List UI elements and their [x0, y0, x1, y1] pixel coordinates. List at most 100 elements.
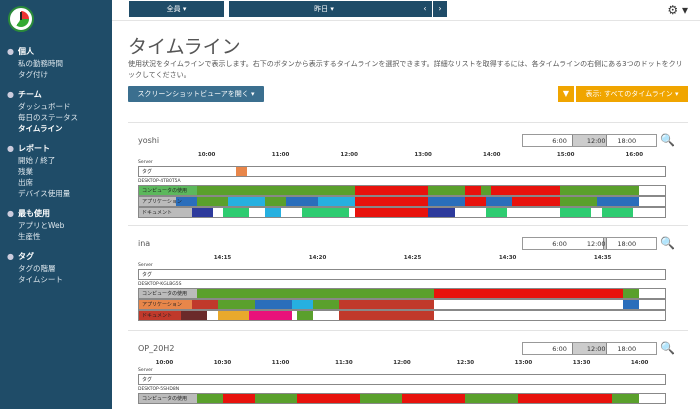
show-timelines-button[interactable]: 表示: すべてのタイムライン ▾: [576, 86, 688, 102]
timeline-segment[interactable]: [512, 197, 560, 206]
time-tick-label: 12:30: [456, 360, 475, 366]
date-filter-dropdown[interactable]: 昨日 ▾: [229, 1, 419, 17]
sidebar-section-label: レポート: [18, 144, 50, 153]
timeline-segment[interactable]: [254, 394, 297, 403]
computer-usage-lane[interactable]: コンピュータの使用: [138, 393, 666, 404]
timeline-segment[interactable]: [428, 186, 466, 195]
timeline-segment[interactable]: [486, 208, 508, 217]
timeline-segment[interactable]: [428, 197, 466, 206]
timeline-segment[interactable]: [181, 311, 208, 320]
tag-lane[interactable]: タグ: [138, 269, 666, 280]
time-range-slider[interactable]: 6:00 12:00 18:00: [522, 342, 657, 355]
time-tick-label: 14:25: [403, 255, 422, 261]
timeline-segment[interactable]: [191, 300, 218, 309]
timeline-segment[interactable]: [465, 394, 518, 403]
sidebar-item[interactable]: 出席: [18, 177, 33, 188]
timeline-segment[interactable]: [265, 186, 355, 195]
timeline-segment[interactable]: [265, 208, 281, 217]
sidebar-item[interactable]: 毎日のステータス: [18, 112, 78, 123]
timeline-segment[interactable]: [338, 300, 434, 309]
sidebar-section: ● 最も使用: [7, 208, 50, 219]
timeline-segment[interactable]: [354, 186, 429, 195]
document-lane[interactable]: ドキュメント: [138, 207, 666, 218]
timeline-segment[interactable]: [480, 186, 492, 195]
timeline-segment[interactable]: [236, 167, 247, 176]
timeline-segment[interactable]: [302, 208, 350, 217]
app-logo-icon[interactable]: [8, 6, 34, 32]
tag-lane[interactable]: タグ: [138, 166, 666, 177]
zoom-icon[interactable]: 🔍: [660, 340, 676, 356]
timeline-segment[interactable]: [559, 186, 639, 195]
lane-label: コンピュータの使用: [142, 188, 188, 194]
time-range-slider[interactable]: 6:00 12:00 18:00: [522, 134, 657, 147]
timeline-segment[interactable]: [196, 289, 434, 298]
timeline-segment[interactable]: [465, 186, 481, 195]
timeline-segment[interactable]: [265, 197, 287, 206]
timeline-segment[interactable]: [223, 394, 255, 403]
sidebar-item[interactable]: ダッシュボード: [18, 101, 71, 112]
computer-usage-lane[interactable]: コンピュータの使用: [138, 185, 666, 196]
timeline-segment[interactable]: [254, 300, 292, 309]
time-tick-label: 14:00: [630, 360, 649, 366]
computer-usage-lane[interactable]: コンピュータの使用: [138, 288, 666, 299]
timeline-segment[interactable]: [559, 197, 597, 206]
sidebar-item[interactable]: 残業: [18, 166, 33, 177]
sidebar-item[interactable]: タイムシート: [18, 274, 63, 285]
timeline-segment[interactable]: [622, 300, 639, 309]
timeline-segment[interactable]: [359, 394, 402, 403]
timeline-segment[interactable]: [291, 300, 313, 309]
timeline-segment[interactable]: [233, 186, 266, 195]
timeline-segment[interactable]: [354, 208, 429, 217]
member-filter-dropdown[interactable]: 全員 ▾: [129, 1, 224, 17]
timeline-segment[interactable]: [286, 197, 318, 206]
prev-date-button[interactable]: ‹: [418, 1, 432, 17]
timeline-segment[interactable]: [601, 208, 634, 217]
timeline-segment[interactable]: [612, 394, 639, 403]
zoom-icon[interactable]: 🔍: [660, 132, 676, 148]
timeline-segment[interactable]: [217, 311, 250, 320]
timeline-segment[interactable]: [228, 197, 266, 206]
timeline-segment[interactable]: [486, 197, 513, 206]
timeline-segment[interactable]: [517, 394, 613, 403]
timeline-segment[interactable]: [296, 311, 313, 320]
tag-lane[interactable]: タグ: [138, 374, 666, 385]
time-axis: 10:00 11:00 12:00 13:00 14:00 15:00 16:00: [138, 152, 666, 161]
document-lane[interactable]: ドキュメント: [138, 310, 666, 321]
next-date-button[interactable]: ›: [433, 1, 447, 17]
timeline-segment[interactable]: [296, 394, 360, 403]
timeline-segment[interactable]: [217, 300, 255, 309]
settings-gear-icon[interactable]: ⚙ ▾: [667, 3, 688, 17]
timeline-segment[interactable]: [402, 394, 466, 403]
timeline-segment[interactable]: [312, 300, 339, 309]
sidebar-item[interactable]: タグの階層: [18, 263, 56, 274]
sidebar-item[interactable]: 生産性: [18, 231, 41, 242]
timeline-segment[interactable]: [196, 394, 224, 403]
timeline-segment[interactable]: [249, 311, 292, 320]
timeline-segment[interactable]: [196, 197, 229, 206]
timeline-segment[interactable]: [491, 186, 560, 195]
timeline-segment[interactable]: [596, 197, 639, 206]
timeline-segment[interactable]: [354, 197, 429, 206]
sidebar-item[interactable]: タイムライン: [18, 123, 62, 134]
timeline-segment[interactable]: [317, 197, 355, 206]
timeline-segment[interactable]: [338, 311, 434, 320]
open-screenshot-viewer-button[interactable]: スクリーンショットビューアを開く ▾: [128, 86, 264, 102]
sidebar-item[interactable]: デバイス使用量: [18, 188, 70, 199]
time-range-slider[interactable]: 6:00 12:00 18:00: [522, 237, 657, 250]
sidebar-item[interactable]: 私の勤務時間: [18, 58, 63, 69]
sidebar-item[interactable]: タグ付け: [18, 69, 48, 80]
filter-icon[interactable]: ▼: [558, 86, 574, 102]
timeline-segment[interactable]: [223, 208, 250, 217]
zoom-icon[interactable]: 🔍: [660, 235, 676, 251]
timeline-segment[interactable]: [622, 289, 639, 298]
timeline-segment[interactable]: [559, 208, 592, 217]
application-lane[interactable]: アプリケーション: [138, 299, 666, 310]
timeline-segment[interactable]: [428, 208, 455, 217]
timeline-segment[interactable]: [465, 197, 487, 206]
timeline-segment[interactable]: [196, 186, 234, 195]
sidebar-item[interactable]: 開始 / 終了: [18, 155, 55, 166]
application-lane[interactable]: アプリケーション: [138, 196, 666, 207]
timeline-segment[interactable]: [191, 208, 213, 217]
sidebar-item[interactable]: アプリとWeb: [18, 220, 64, 231]
timeline-segment[interactable]: [433, 289, 623, 298]
